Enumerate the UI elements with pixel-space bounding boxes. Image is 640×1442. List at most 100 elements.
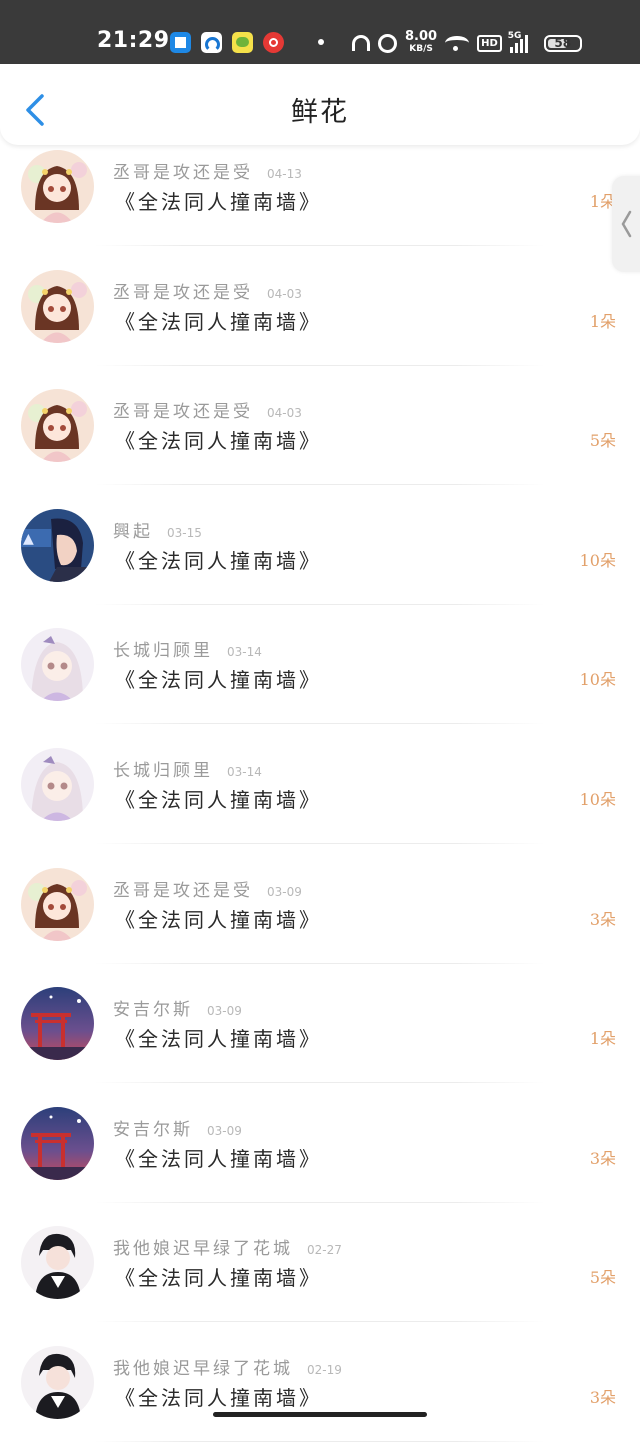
- username-text: 丞哥是攻还是受: [113, 163, 253, 183]
- username: 丞哥是攻还是受 04-03: [113, 278, 302, 303]
- gift-date: 02-19: [307, 1363, 342, 1377]
- battery-level: 58: [554, 36, 572, 50]
- work-title: 《全法同人撞南墙》: [115, 788, 322, 812]
- avatar[interactable]: [21, 987, 94, 1061]
- more-notifications-dot: [318, 39, 324, 45]
- avatar[interactable]: [21, 748, 94, 821]
- gift-date: 03-09: [207, 1123, 242, 1138]
- username: 丞哥是攻还是受 04-13: [113, 158, 302, 183]
- status-bar: 21:29 8.00 KB/S HD 5G 58: [0, 0, 640, 64]
- header-bar: 鲜花: [0, 64, 640, 145]
- avatar[interactable]: [21, 628, 94, 702]
- avatar[interactable]: [21, 867, 94, 941]
- signal-icon: 5G: [507, 31, 530, 53]
- flower-count: 3朵: [589, 1388, 616, 1407]
- gift-date: 03-14: [227, 765, 262, 779]
- flower-record-row[interactable]: 安吉尔斯 03-09 《全法同人撞南墙》 1朵: [0, 957, 640, 1084]
- flower-record-row[interactable]: 丞哥是攻还是受 04-03 《全法同人撞南墙》 1朵: [0, 240, 640, 366]
- username: 興起 03-15: [113, 517, 202, 542]
- avatar[interactable]: [21, 1226, 94, 1300]
- work-title: 《全法同人撞南墙》: [115, 1146, 322, 1171]
- work-title: 《全法同人撞南墙》: [115, 429, 322, 454]
- side-panel-handle[interactable]: [612, 176, 640, 272]
- network-speed-value: 8.00: [405, 29, 438, 44]
- avatar[interactable]: [21, 1346, 94, 1419]
- flower-count: 5朵: [589, 1268, 616, 1288]
- flower-count: 5朵: [589, 431, 616, 451]
- home-indicator[interactable]: [213, 1412, 427, 1417]
- work-title: 《全法同人撞南墙》: [115, 1386, 322, 1410]
- username: 安吉尔斯 03-09: [113, 995, 242, 1020]
- work-title: 《全法同人撞南墙》: [115, 1027, 322, 1052]
- username: 长城归顾里 03-14: [113, 636, 262, 661]
- avatar[interactable]: [21, 1106, 94, 1180]
- flower-count: 1朵: [589, 1029, 616, 1049]
- username: 长城归顾里 03-14: [113, 756, 262, 781]
- avatar[interactable]: ▲: [21, 508, 94, 582]
- gift-date: 03-14: [227, 645, 262, 660]
- svg-text:▲: ▲: [23, 531, 34, 547]
- username-text: 丞哥是攻还是受: [113, 880, 253, 901]
- status-time: 21:29: [97, 28, 170, 53]
- status-icons: 8.00 KB/S HD 5G 58: [352, 28, 582, 58]
- username-text: 长城归顾里: [113, 641, 213, 662]
- username: 丞哥是攻还是受 04-03: [113, 397, 302, 422]
- username-text: 興起: [113, 521, 153, 542]
- page-title: 鲜花: [291, 97, 349, 128]
- gift-date: 04-03: [267, 286, 302, 301]
- app-notification-icon: [232, 31, 253, 53]
- avatar[interactable]: [21, 150, 94, 223]
- flower-count: 10朵: [579, 670, 616, 690]
- flower-record-row[interactable]: 安吉尔斯 03-09 《全法同人撞南墙》 3朵: [0, 1077, 640, 1203]
- avatar[interactable]: [21, 269, 94, 343]
- app-notification-icon: [201, 31, 222, 53]
- flower-count: 10朵: [579, 550, 616, 570]
- work-title: 《全法同人撞南墙》: [115, 907, 322, 932]
- username-text: 安吉尔斯: [113, 1000, 193, 1021]
- gift-date: 04-13: [267, 167, 302, 181]
- username-text: 长城归顾里: [113, 761, 213, 781]
- work-title: 《全法同人撞南墙》: [115, 548, 322, 573]
- flower-count: 3朵: [589, 1148, 616, 1168]
- network-type: 5G: [507, 31, 522, 41]
- username: 安吉尔斯 03-09: [113, 1115, 242, 1140]
- work-title: 《全法同人撞南墙》: [115, 668, 322, 693]
- username-text: 我他娘迟早绿了花城: [113, 1239, 293, 1260]
- flower-record-row[interactable]: 长城归顾里 03-14 《全法同人撞南墙》 10朵: [0, 718, 640, 844]
- work-title: 《全法同人撞南墙》: [115, 309, 322, 334]
- username: 丞哥是攻还是受 03-09: [113, 876, 302, 901]
- notification-icons: [170, 31, 324, 53]
- username: 我他娘迟早绿了花城 02-19: [113, 1354, 342, 1379]
- gift-date: 03-15: [167, 525, 202, 540]
- flower-record-row[interactable]: 丞哥是攻还是受 03-09 《全法同人撞南墙》 3朵: [0, 838, 640, 964]
- flower-record-row[interactable]: 我他娘迟早绿了花城 02-19 《全法同人撞南墙》 3朵: [0, 1316, 640, 1442]
- username-text: 丞哥是攻还是受: [113, 282, 253, 303]
- avatar[interactable]: [21, 389, 94, 463]
- username-text: 丞哥是攻还是受: [113, 402, 253, 423]
- gift-date: 03-09: [207, 1004, 242, 1019]
- work-title: 《全法同人撞南墙》: [115, 190, 322, 214]
- battery-icon: 58: [543, 34, 582, 52]
- flower-count: 10朵: [579, 790, 616, 809]
- gift-date: 03-09: [267, 884, 302, 899]
- chevron-left-icon: [621, 210, 632, 238]
- flower-count: 1朵: [589, 311, 616, 331]
- username: 我他娘迟早绿了花城 02-27: [113, 1234, 342, 1259]
- network-speed: 8.00 KB/S: [405, 29, 438, 55]
- gift-date: 04-03: [267, 406, 302, 421]
- flower-record-row[interactable]: 我他娘迟早绿了花城 02-27 《全法同人撞南墙》 5朵: [0, 1196, 640, 1323]
- hd-voice-icon: HD: [477, 34, 502, 52]
- username-text: 我他娘迟早绿了花城: [113, 1359, 293, 1379]
- flower-count: 3朵: [589, 909, 616, 929]
- app-notification-icon: [170, 31, 191, 53]
- music-app-icon: [263, 31, 284, 53]
- flower-record-row[interactable]: 丞哥是攻还是受 04-03 《全法同人撞南墙》 5朵: [0, 359, 640, 486]
- network-speed-unit: KB/S: [409, 44, 433, 54]
- flower-record-row[interactable]: 长城归顾里 03-14 《全法同人撞南墙》 10朵: [0, 598, 640, 725]
- headphones-icon: [352, 35, 370, 51]
- alarm-icon: [378, 33, 397, 53]
- wifi-icon: [445, 36, 470, 51]
- work-title: 《全法同人撞南墙》: [115, 1266, 322, 1291]
- flower-record-row[interactable]: ▲ 興起 03-15 《全法同人撞南墙》 10朵: [0, 479, 640, 605]
- gift-date: 02-27: [307, 1243, 342, 1258]
